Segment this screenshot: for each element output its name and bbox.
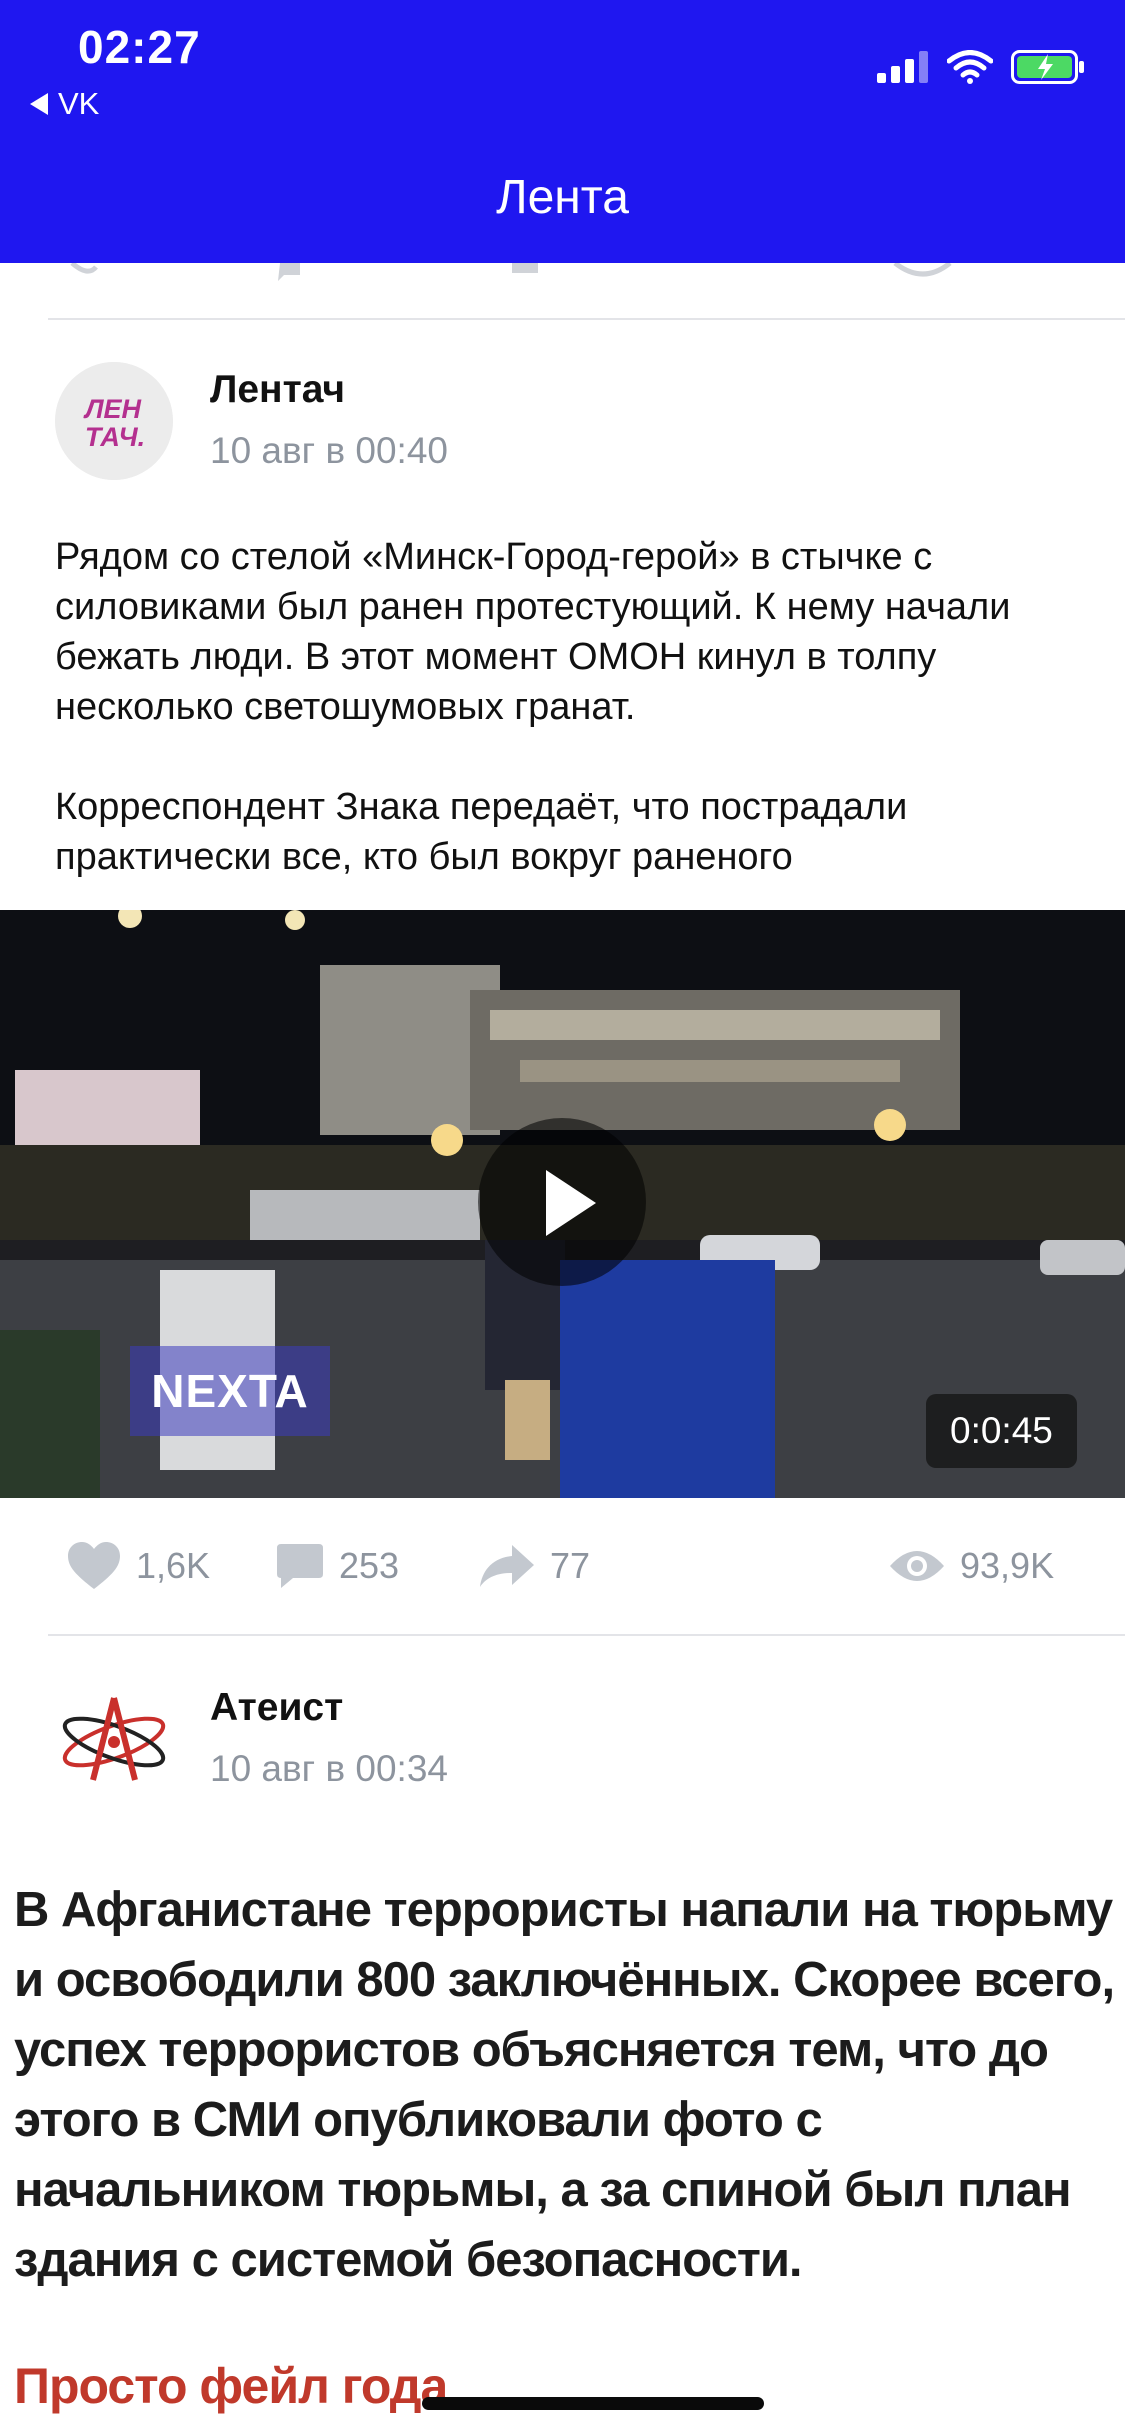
post-paragraph: Корреспондент Знака передаёт, что постра… xyxy=(55,786,908,878)
post-image[interactable]: В Афганистане террористы напали на тюрьм… xyxy=(0,1875,1125,2436)
page-title: Лента xyxy=(496,171,629,224)
back-triangle-icon xyxy=(30,93,48,115)
heart-icon xyxy=(68,1542,120,1589)
home-indicator[interactable] xyxy=(422,2397,764,2410)
image-caption: В Афганистане террористы напали на тюрьм… xyxy=(14,1883,1115,2287)
comment-icon xyxy=(277,1544,323,1588)
reposts-count: 77 xyxy=(550,1545,591,1586)
post-author[interactable]: Лентач xyxy=(210,368,345,412)
post-paragraph: Рядом со стелой «Минск-Город-герой» в ст… xyxy=(55,536,1011,728)
video-duration: 0:0:45 xyxy=(926,1394,1077,1468)
share-button[interactable]: 77 xyxy=(478,1530,590,1602)
atheist-atom-logo-icon xyxy=(62,1697,166,1781)
post-actions: 1,6K 253 77 93,9K xyxy=(0,1530,1125,1602)
status-time: 02:27 xyxy=(78,21,201,73)
post-header: Атеист 10 авг в 00:34 xyxy=(0,1680,1125,1810)
likes-count: 1,6K xyxy=(136,1545,211,1586)
svg-text:ТАЧ.: ТАЧ. xyxy=(85,422,145,452)
svg-text:ЛЕН: ЛЕН xyxy=(83,394,142,424)
post-date: 10 авг в 00:40 xyxy=(210,430,448,471)
lentach-logo-icon: ЛЕН ТАЧ. xyxy=(55,362,173,480)
wifi-icon xyxy=(947,50,993,84)
app-header: 02:27 VK Лента xyxy=(0,0,1125,263)
status-icons xyxy=(877,50,1085,84)
eye-icon xyxy=(890,1551,944,1581)
battery-charging-icon xyxy=(1011,50,1084,84)
post-header: ЛЕН ТАЧ. Лентач 10 авг в 00:40 xyxy=(0,362,1125,492)
post-divider xyxy=(48,318,1125,320)
previous-post-icons xyxy=(70,263,952,281)
image-footer-text: Просто фейл года xyxy=(14,2358,448,2414)
post-divider xyxy=(48,1634,1125,1636)
views-counter: 93,9K xyxy=(888,1530,1054,1602)
back-app-label: VK xyxy=(58,86,100,121)
play-icon xyxy=(546,1170,596,1236)
views-count: 93,9K xyxy=(960,1545,1055,1586)
post-author[interactable]: Атеист xyxy=(210,1686,343,1730)
back-to-app-button[interactable]: VK xyxy=(30,86,99,122)
cellular-signal-icon xyxy=(877,51,928,83)
post-date: 10 авг в 00:34 xyxy=(210,1748,448,1789)
play-button[interactable] xyxy=(478,1118,646,1286)
post-text: Рядом со стелой «Минск-Город-герой» в ст… xyxy=(55,532,1085,882)
like-button[interactable]: 1,6K xyxy=(66,1530,210,1602)
previous-post-actions xyxy=(0,263,1125,319)
avatar[interactable] xyxy=(55,1680,173,1798)
comment-button[interactable]: 253 xyxy=(275,1530,399,1602)
avatar[interactable]: ЛЕН ТАЧ. xyxy=(55,362,173,480)
comments-count: 253 xyxy=(339,1545,400,1586)
share-arrow-icon xyxy=(480,1545,534,1587)
nexta-watermark: NEXTA xyxy=(130,1346,330,1436)
